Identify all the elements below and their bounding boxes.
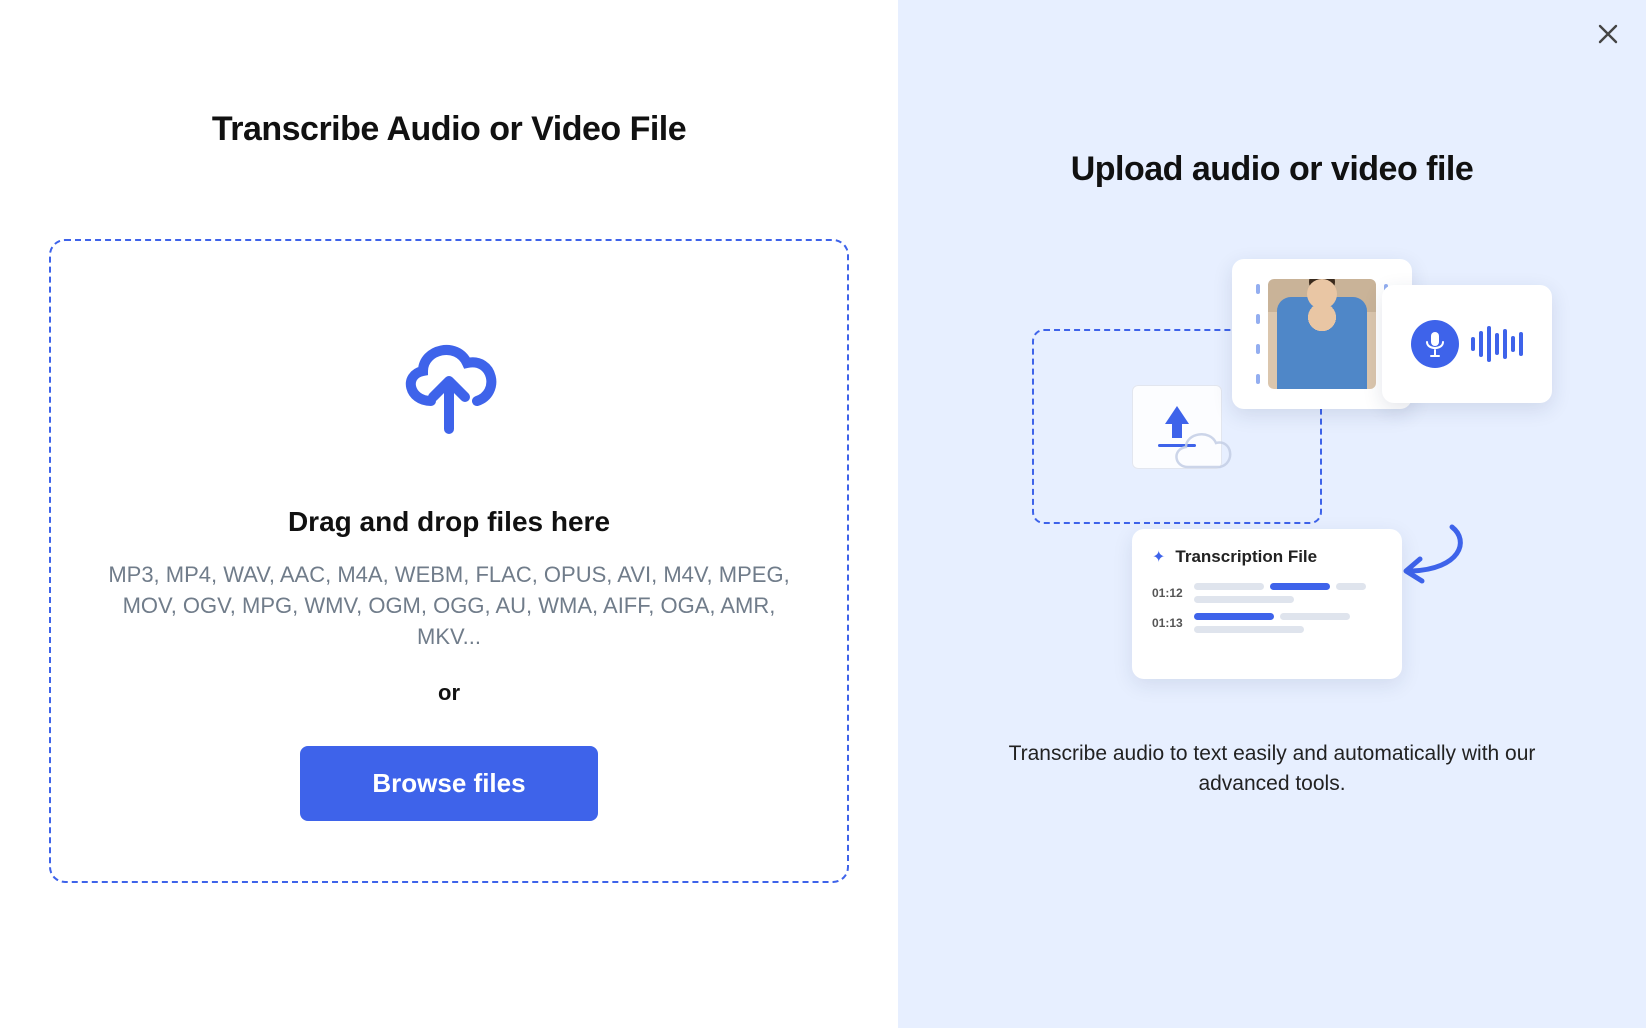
- info-description: Transcribe audio to text easily and auto…: [992, 739, 1552, 800]
- dropzone-heading: Drag and drop files here: [288, 506, 610, 538]
- close-button[interactable]: [1596, 22, 1620, 49]
- supported-formats: MP3, MP4, WAV, AAC, M4A, WEBM, FLAC, OPU…: [104, 560, 794, 652]
- sparkle-icon: ✦: [1152, 547, 1165, 567]
- illustration: ✦ Transcription File 01:12 01:13: [1032, 259, 1512, 679]
- file-dropzone[interactable]: Drag and drop files here MP3, MP4, WAV, …: [49, 239, 849, 883]
- info-panel: Upload audio or video file: [898, 0, 1646, 1028]
- audio-preview-card: [1382, 285, 1552, 403]
- microphone-icon: [1411, 320, 1459, 368]
- arrow-icon: [1392, 519, 1472, 599]
- timestamp: 01:13: [1152, 616, 1184, 630]
- transcription-title: Transcription File: [1175, 547, 1317, 567]
- transcription-card: ✦ Transcription File 01:12 01:13: [1132, 529, 1402, 679]
- page-title: Transcribe Audio or Video File: [212, 110, 686, 149]
- or-divider: or: [438, 680, 460, 706]
- close-icon: [1596, 22, 1620, 46]
- info-title: Upload audio or video file: [1071, 150, 1474, 189]
- video-thumbnail: [1268, 279, 1376, 389]
- timestamp: 01:12: [1152, 586, 1184, 600]
- browse-files-button[interactable]: Browse files: [300, 746, 597, 821]
- cloud-upload-icon: [389, 331, 509, 446]
- waveform-icon: [1471, 326, 1523, 362]
- upload-panel: Transcribe Audio or Video File Drag and …: [0, 0, 898, 1028]
